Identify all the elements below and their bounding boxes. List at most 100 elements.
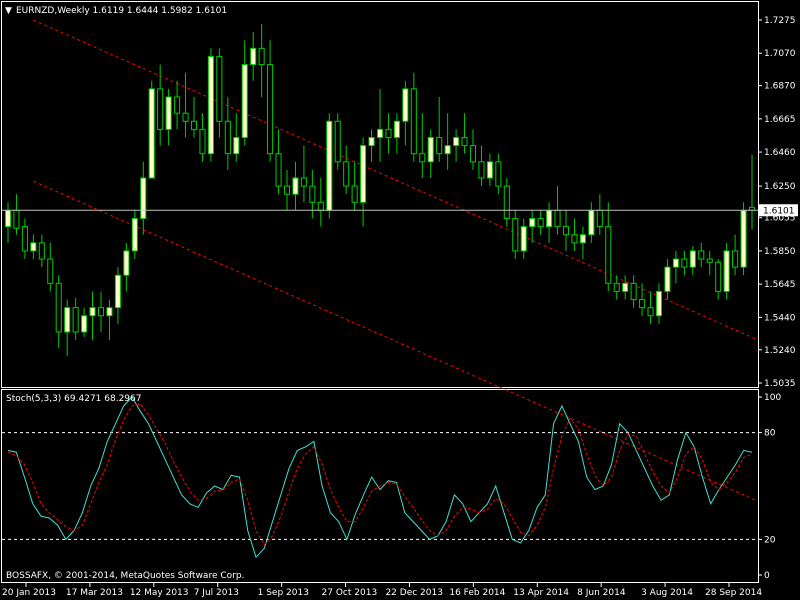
bull-candle [233, 136, 240, 155]
bull-candle [89, 307, 96, 317]
bear-candle [469, 145, 477, 163]
stoch-header: Stoch(5,3,3) 69.4271 68.2967 [6, 394, 141, 404]
menu-arrow-icon[interactable]: ▼ [5, 6, 12, 16]
bear-candle [562, 226, 570, 236]
bear-candle [681, 258, 688, 268]
stoch-axis: 100 80 20 0 [758, 393, 781, 581]
bull-candle [241, 64, 248, 138]
bear-candle [605, 226, 612, 284]
time-tick-label: 12 May 2013 [130, 588, 189, 598]
bear-candle [275, 153, 282, 187]
price-tick-label: 1.7275 [764, 16, 796, 26]
bear-candle [554, 209, 561, 228]
price-axis: 1.72751.70701.68701.66651.64601.62501.60… [758, 16, 796, 389]
bear-candle [647, 307, 654, 317]
time-tick-label: 20 Jan 2013 [2, 588, 56, 598]
price-panel-frame [1, 1, 759, 388]
bear-candle [38, 242, 45, 260]
bear-candle [216, 55, 223, 122]
bull-candle [131, 218, 138, 252]
bull-candle [453, 136, 460, 147]
time-tick-label: 1 Sep 2013 [258, 588, 309, 598]
bull-candle [723, 250, 730, 292]
bear-candle [182, 112, 189, 122]
bear-candle [351, 185, 358, 203]
symbol-info: EURNZD,Weekly 1.6119 1.6444 1.5982 1.610… [16, 6, 227, 16]
bear-candle [537, 218, 544, 228]
price-tick-label: 1.5645 [764, 280, 796, 290]
bear-candle [698, 250, 705, 260]
bull-candle [376, 128, 384, 138]
chart-window: 1.7275 1.7070 1.6870 1.6665 1.6460 1.6250 1.60… [0, 0, 800, 600]
bull-candle [30, 242, 37, 252]
current-price-label: 1.6101 [763, 206, 795, 216]
price-tick-label: 1.6870 [764, 82, 796, 92]
stoch-tick-label: 80 [764, 429, 776, 439]
bear-candle [419, 153, 426, 163]
bull-candle [114, 274, 121, 309]
bull-candle [140, 177, 147, 220]
bull-candle [393, 120, 400, 138]
bear-candle [334, 120, 341, 163]
chart-canvas[interactable]: 1.72751.70701.68701.66651.64601.62501.60… [0, 0, 800, 600]
bear-candle [596, 209, 603, 228]
bull-candle [622, 282, 629, 292]
bear-candle [706, 258, 713, 263]
bull-candle [106, 307, 113, 317]
bear-candle [47, 258, 54, 284]
bear-candle [715, 261, 722, 292]
bear-candle [283, 185, 291, 195]
stoch-lines [7, 396, 753, 559]
price-tick-label: 1.6460 [764, 148, 796, 158]
bull-candle [689, 250, 696, 268]
bear-candle [639, 299, 646, 309]
stoch-tick-label: 0 [764, 571, 770, 581]
bear-candle [343, 161, 350, 187]
bear-candle [436, 136, 443, 155]
bear-candle [267, 64, 274, 155]
bear-candle [55, 282, 62, 333]
bull-candle [655, 290, 663, 317]
bear-candle [97, 307, 105, 317]
bear-candle [512, 218, 519, 252]
time-tick-label: 3 Aug 2014 [641, 588, 693, 598]
bull-candle [165, 96, 172, 130]
bull-candle [360, 145, 367, 203]
time-tick-label: 16 Feb 2014 [449, 588, 505, 598]
time-tick-label: 8 Jun 2014 [577, 588, 626, 598]
bear-candle [571, 234, 578, 244]
bull-candle [579, 234, 586, 244]
stoch-signal-line [7, 403, 753, 546]
time-tick-label: 13 Apr 2014 [513, 588, 569, 598]
bear-candle [21, 226, 28, 252]
bull-candle [672, 258, 679, 268]
channel-lines [33, 19, 757, 501]
bear-candle [309, 185, 316, 203]
bear-candle [478, 161, 485, 179]
stoch-main-line [7, 396, 753, 559]
bear-candle [190, 120, 198, 130]
bull-candle [123, 250, 130, 276]
bear-candle [72, 307, 79, 333]
bear-candle [258, 47, 265, 66]
price-tick-label: 1.5850 [764, 247, 796, 257]
bull-candle [664, 266, 671, 292]
bull-candle [148, 88, 155, 179]
bull-candle [588, 209, 595, 236]
bull-candle [207, 55, 214, 155]
time-axis: 20 Jan 2013 17 Mar 2013 12 May 2013 7 Jul 2… [2, 583, 762, 598]
bear-candle [174, 96, 181, 114]
bull-candle [529, 218, 536, 228]
bear-candle [317, 201, 324, 211]
time-tick-label: 7 Jul 2013 [194, 588, 239, 598]
bear-candle [630, 282, 637, 301]
bull-candle [368, 136, 375, 147]
bear-candle [732, 250, 739, 268]
price-tick-label: 1.5240 [764, 346, 796, 356]
bear-candle [410, 88, 417, 155]
bear-candle [224, 120, 231, 155]
price-tick-label: 1.5440 [764, 313, 796, 323]
channel-lower-line [33, 180, 757, 501]
bull-candle [427, 136, 434, 163]
bull-candle [81, 315, 88, 333]
